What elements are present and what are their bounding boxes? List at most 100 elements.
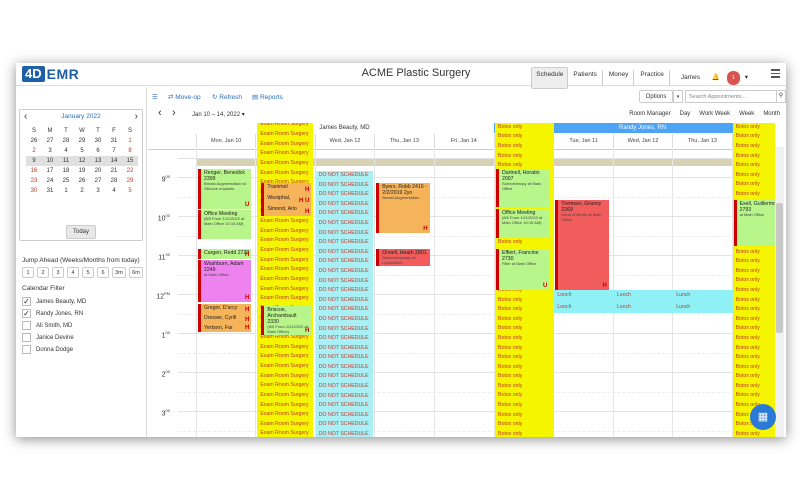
lunch-block[interactable]: Lunch Lunch <box>613 290 674 313</box>
view-day[interactable]: Day <box>680 111 691 117</box>
appointment-briscoe[interactable]: Briscoe, Archambault 2330 (8/5 From 1/11/… <box>261 306 312 335</box>
nav-schedule[interactable]: Schedule <box>531 67 569 89</box>
filter-item-donna[interactable]: Donna Dodge <box>22 345 73 354</box>
filter-item-janice[interactable]: Janice Devine <box>22 333 74 342</box>
mini-calendar-day[interactable]: 9 <box>26 156 42 166</box>
mini-calendar-day[interactable]: 1 <box>122 136 138 146</box>
mini-calendar-day[interactable]: 5 <box>74 146 90 156</box>
jump-5-button[interactable]: 5 <box>82 267 94 278</box>
view-room-manager[interactable]: Room Manager <box>629 111 670 117</box>
nav-practice[interactable]: Practice <box>635 67 668 89</box>
do-not-schedule-block[interactable]: DO NOT SCHEDULE DO NOT SCHEDULE DO NOT SCH… <box>315 171 374 437</box>
mini-calendar-day[interactable]: 21 <box>106 166 122 176</box>
appointment-gregor[interactable]: Gregor, D'arcy H <box>198 304 252 314</box>
jump-3m-button[interactable]: 3m <box>112 267 126 278</box>
appointment-effiert[interactable]: Effiert, Francine 2730 Filler at Main Off… <box>496 249 550 290</box>
botox-only-block[interactable]: Botox only Botox only Botox only Botox only… <box>732 123 775 437</box>
app-logo[interactable]: 4D EMR <box>22 66 79 82</box>
provider-header-james[interactable]: James Beauty, MD <box>196 123 493 133</box>
mini-calendar-day[interactable]: 29 <box>74 136 90 146</box>
options-button[interactable]: Options <box>639 90 673 103</box>
prev-week-icon[interactable]: ‹ <box>158 107 162 119</box>
mini-calendar-day[interactable]: 4 <box>106 186 122 196</box>
today-button[interactable]: Today <box>66 225 96 239</box>
appointment-trammel[interactable]: Trammel H <box>261 183 312 194</box>
mini-calendar-day[interactable]: 14 <box>106 156 122 166</box>
jump-3-button[interactable]: 3 <box>52 267 64 278</box>
scrollbar[interactable] <box>775 147 784 437</box>
mini-calendar-day[interactable]: 24 <box>42 176 58 186</box>
mini-calendar-day[interactable]: 4 <box>58 146 74 156</box>
view-month[interactable]: Month <box>763 111 780 117</box>
day-header[interactable]: Mon, Jan 10 <box>196 134 255 148</box>
reports-button[interactable]: ▤ Reports <box>252 93 283 101</box>
appointment-tremwer[interactable]: Tremwer, Granny 2269 Hand of Brmth at Mai… <box>555 200 609 290</box>
appointment-dresser[interactable]: Dresser, Cyrill H <box>198 314 252 324</box>
day-header[interactable]: Thu, Jan 13 <box>672 134 731 148</box>
jump-1-button[interactable]: 1 <box>22 267 34 278</box>
mini-calendar-prev-icon[interactable]: ‹ <box>24 111 27 123</box>
mini-calendar-day[interactable]: 29 <box>122 176 138 186</box>
mini-calendar-day[interactable]: 25 <box>58 176 74 186</box>
mini-calendar-day[interactable]: 3 <box>90 186 106 196</box>
mini-calendar-day[interactable]: 16 <box>26 166 42 176</box>
mini-calendar-day[interactable]: 26 <box>26 136 42 146</box>
jump-6-button[interactable]: 6 <box>97 267 109 278</box>
mini-calendar-day[interactable]: 11 <box>58 156 74 166</box>
mini-calendar-day[interactable]: 27 <box>90 176 106 186</box>
mini-calendar-day[interactable]: 10 <box>42 156 58 166</box>
day-column[interactable] <box>433 149 493 437</box>
mini-calendar-day[interactable]: 15 <box>122 156 138 166</box>
day-header[interactable]: Thu, Jan 13 <box>374 134 433 148</box>
jump-6m-button[interactable]: 6m <box>129 267 143 278</box>
mini-calendar-day[interactable]: 28 <box>58 136 74 146</box>
appointment-office-meeting-randy[interactable]: Office Meeting (8/5 From 1/11/2022 at Mai… <box>496 209 550 238</box>
mini-calendar-day[interactable]: 2 <box>74 186 90 196</box>
appointment-yerborn[interactable]: Yerborn, Far H <box>198 324 252 332</box>
mini-calendar-day[interactable]: 8 <box>122 146 138 156</box>
nav-money[interactable]: Money <box>604 67 634 89</box>
appointment-office-meeting[interactable]: Office Meeting (8/5 From 1/11/2022 at Mai… <box>198 210 252 239</box>
mini-calendar-day[interactable]: 1 <box>58 186 74 196</box>
day-header[interactable]: Wed, Jan 12 <box>314 134 374 148</box>
scrollbar-thumb[interactable] <box>776 203 783 333</box>
options-dropdown-icon[interactable]: ▾ <box>673 90 683 103</box>
checkbox-unchecked[interactable] <box>22 321 31 330</box>
mini-calendar-day[interactable]: 17 <box>42 166 58 176</box>
filter-item-ali[interactable]: Ali Smith, MD <box>22 321 72 330</box>
mini-calendar-day[interactable]: 12 <box>74 156 90 166</box>
appointment-renger[interactable]: Renger, Benedick 2399 Breast Augmentation… <box>198 169 252 209</box>
mini-calendar-day[interactable]: 6 <box>90 146 106 156</box>
appointment-simond[interactable]: Simond, Ario H <box>261 205 312 216</box>
checkbox-checked[interactable]: ✓ <box>22 309 31 318</box>
mini-calendar-day[interactable]: 7 <box>106 146 122 156</box>
mini-calendar-day[interactable]: 22 <box>122 166 138 176</box>
appointment-westphal[interactable]: Westphal, H U <box>261 194 312 205</box>
view-week[interactable]: Week <box>739 111 754 117</box>
search-icon[interactable]: ⚲ <box>776 90 786 103</box>
exam-room-surgery-block[interactable]: Exam Room Surgery Exam Room Surgery Exam R… <box>257 123 313 437</box>
mini-calendar-day[interactable]: 31 <box>42 186 58 196</box>
appointment-washburn[interactable]: Washburn, Adam 2249 at Main Office H <box>198 260 252 302</box>
nav-user-menu[interactable]: James 🔔 1 ▾ <box>671 67 758 89</box>
nav-patients[interactable]: Patients <box>568 67 602 89</box>
hamburger-menu-icon[interactable] <box>771 69 780 78</box>
appointment-cargen[interactable]: Cargen, Redd 2729 H <box>198 249 252 259</box>
appointment-byers[interactable]: Byers, Robb 2416 - 2/2/2019 2yo Breast Au… <box>376 183 430 233</box>
checkbox-unchecked[interactable] <box>22 345 31 354</box>
mini-calendar-day[interactable]: 26 <box>74 176 90 186</box>
day-header[interactable]: Wed, Jan 12 <box>612 134 672 148</box>
mini-calendar-day[interactable]: 5 <box>122 186 138 196</box>
filter-item-james[interactable]: ✓ James Beauty, MD <box>22 297 86 306</box>
mini-calendar-day[interactable]: 20 <box>90 166 106 176</box>
appointment-exell[interactable]: Exell, Guillermo 2793at Main OfficeH <box>733 200 775 246</box>
jump-2-button[interactable]: 2 <box>37 267 49 278</box>
mini-calendar-day[interactable]: 30 <box>26 186 42 196</box>
mini-calendar-day[interactable]: 28 <box>106 176 122 186</box>
day-header[interactable]: Fri, Jan 14 <box>433 134 493 148</box>
appointment-dartnell[interactable]: Dartnell, Horatio 2007 Sclerotherapy at M… <box>496 169 550 207</box>
refresh-button[interactable]: ↻ Refresh <box>212 93 242 101</box>
checkbox-unchecked[interactable] <box>22 333 31 342</box>
view-work-week[interactable]: Work Week <box>699 111 730 117</box>
mini-calendar-day[interactable]: 18 <box>58 166 74 176</box>
